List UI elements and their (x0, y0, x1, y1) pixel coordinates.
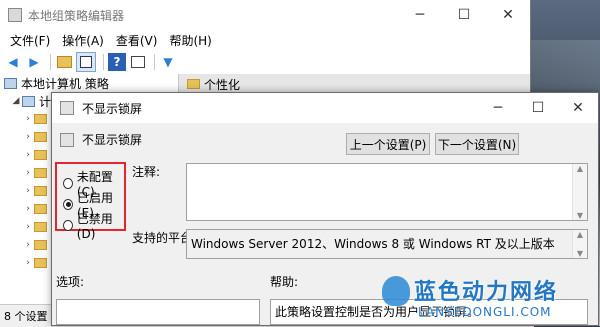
tree-item-label: 本地计算机 策略 (21, 76, 109, 91)
watermark-cn: 蓝色动力网络 (414, 280, 559, 305)
folder-icon (34, 132, 47, 142)
watermark-logo: 蓝色动力网络 LANSEDONGLI.COM (382, 274, 596, 324)
dialog-maximize-button[interactable]: ☐ (518, 93, 558, 123)
comment-label: 注释: (132, 165, 161, 179)
radio-disabled[interactable]: 已禁用(D) (63, 210, 124, 241)
setting-name: 不显示锁屏 (82, 133, 143, 147)
dialog-title: 不显示锁屏 (82, 101, 143, 116)
folder-icon (34, 240, 47, 250)
collapse-chevron-icon[interactable]: › (22, 150, 34, 160)
folder-up-icon[interactable] (55, 53, 73, 71)
folder-icon (34, 204, 47, 214)
main-minimize-button[interactable]: ─ (398, 0, 442, 30)
platform-value: Windows Server 2012、Windows 8 或 Windows … (191, 237, 555, 251)
radio-label: 已禁用(D) (76, 212, 113, 241)
collapse-chevron-icon[interactable]: › (22, 114, 34, 124)
collapse-chevron-icon[interactable]: › (22, 186, 34, 196)
comment-scrollbar[interactable]: ▲ ▼ (572, 164, 587, 220)
status-text: 8 个设置 (4, 310, 48, 323)
menu-help[interactable]: 帮助(H) (163, 32, 217, 49)
comment-textarea[interactable]: ▲ ▼ (186, 163, 588, 221)
help-label: 帮助: (270, 275, 299, 289)
collapse-chevron-icon[interactable]: › (22, 204, 34, 214)
watermark-emblem-icon (382, 276, 410, 306)
folder-icon (34, 150, 47, 160)
details-item-personalization[interactable]: 个性化 (179, 74, 530, 94)
setting-header: 不显示锁屏 (60, 131, 142, 148)
dialog-minimize-button[interactable]: ─ (478, 93, 518, 123)
properties-icon[interactable] (129, 53, 147, 71)
help-icon[interactable]: ? (108, 53, 126, 71)
app-icon (8, 8, 22, 22)
radio-circle[interactable] (63, 220, 73, 231)
menu-view[interactable]: 查看(V) (110, 32, 164, 49)
radio-circle[interactable] (63, 199, 73, 210)
back-arrow-icon[interactable]: ◀ (4, 53, 22, 71)
tree-item-local-policy[interactable]: 本地计算机 策略 (0, 74, 178, 92)
toolbar: ◀ ▶ ? ▼ (0, 50, 530, 75)
folder-icon (34, 168, 47, 178)
dialog-titlebar[interactable]: 不显示锁屏 ─ ☐ ✕ (52, 93, 598, 123)
radio-circle[interactable] (63, 178, 73, 189)
policy-icon (60, 101, 74, 115)
forward-arrow-icon[interactable]: ▶ (25, 53, 43, 71)
show-hide-tree-icon[interactable] (76, 52, 96, 72)
state-options-highlight: 未配置(C) 已启用(E) 已禁用(D) (55, 162, 126, 241)
watermark-en: LANSEDONGLI.COM (418, 305, 552, 319)
platform-field: Windows Server 2012、Windows 8 或 Windows … (186, 229, 588, 259)
toolbar-separator (103, 54, 104, 70)
collapse-chevron-icon[interactable]: › (22, 258, 34, 268)
computer-icon (22, 95, 35, 107)
options-label: 选项: (56, 275, 85, 289)
folder-icon (34, 114, 47, 124)
filter-icon[interactable]: ▼ (159, 53, 177, 71)
folder-icon (34, 186, 47, 196)
previous-setting-button[interactable]: 上一个设置(P) (346, 133, 430, 155)
policy-icon (60, 132, 74, 147)
folder-icon (187, 79, 200, 89)
toolbar-separator (50, 54, 51, 70)
menu-action[interactable]: 操作(A) (56, 32, 110, 49)
details-item-label: 个性化 (204, 77, 241, 92)
next-setting-button[interactable]: 下一个设置(N) (435, 133, 519, 155)
main-window-title: 本地组策略编辑器 (28, 8, 125, 23)
collapse-chevron-icon[interactable]: › (22, 168, 34, 178)
folder-icon (34, 222, 47, 232)
collapse-chevron-icon[interactable]: › (22, 222, 34, 232)
menubar: 文件(F) 操作(A) 查看(V) 帮助(H) (0, 30, 530, 50)
collapse-chevron-icon[interactable]: › (22, 240, 34, 250)
main-maximize-button[interactable]: ☐ (442, 0, 486, 30)
dialog-close-button[interactable]: ✕ (558, 93, 598, 123)
collapse-chevron-icon[interactable]: › (22, 132, 34, 142)
menu-file[interactable]: 文件(F) (4, 32, 56, 49)
options-panel (56, 299, 260, 325)
main-titlebar[interactable]: 本地组策略编辑器 ─ ☐ ✕ (0, 0, 530, 30)
main-close-button[interactable]: ✕ (486, 0, 530, 30)
expand-chevron-icon[interactable]: ◢ (10, 96, 22, 106)
toolbar-separator (154, 54, 155, 70)
folder-icon (34, 258, 47, 268)
computer-icon (4, 77, 17, 89)
platform-scrollbar[interactable]: ▲ ▼ (572, 230, 587, 258)
